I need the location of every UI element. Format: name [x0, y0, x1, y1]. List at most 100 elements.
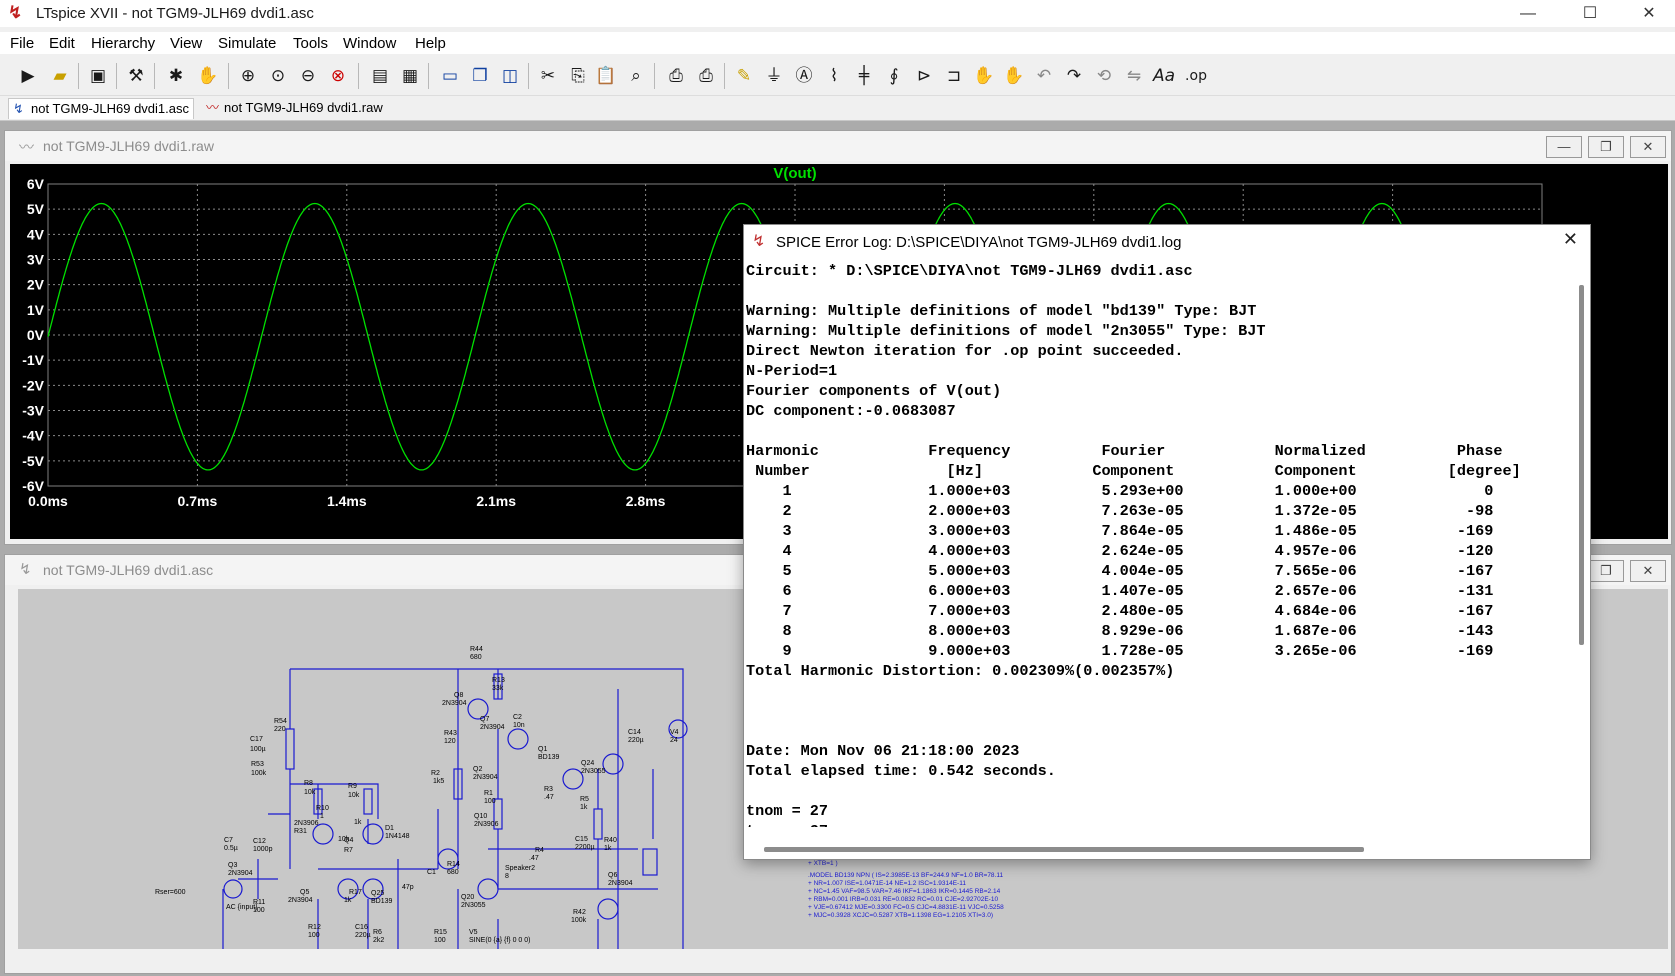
component-icon[interactable]: ⊐	[942, 63, 966, 89]
error-log-line: Total elapsed time: 0.542 seconds.	[746, 762, 1056, 780]
schematic-label: R15	[434, 929, 447, 936]
error-log-line: 2 2.000e+03 7.263e-05 1.372e-05 -98	[746, 502, 1494, 520]
open-folder-icon[interactable]: ▰	[48, 63, 72, 89]
copy-icon[interactable]: ⎘	[566, 63, 590, 89]
pan-hand-icon[interactable]: ✋	[196, 63, 220, 89]
model-directive-line: .MODEL BD139 NPN ( IS=2.3985E-13 BF=244.…	[808, 872, 1003, 879]
plot-restore-button[interactable]: ❐	[1588, 136, 1624, 158]
schematic-label: 2200µ	[575, 844, 595, 851]
tab-schematic[interactable]: ↯ not TGM9-JLH69 dvdi1.asc	[8, 98, 194, 119]
error-log-vertical-scrollbar[interactable]	[1579, 285, 1584, 645]
find-icon[interactable]: ⌕	[624, 63, 648, 89]
print-icon[interactable]: ⎙	[664, 63, 688, 89]
schematic-label: R8	[304, 780, 313, 787]
resistor-icon[interactable]: ⌇	[822, 63, 846, 89]
schematic-wires	[222, 668, 684, 970]
cut-icon[interactable]: ✂	[536, 63, 560, 89]
schematic-label: 2N3904	[480, 724, 505, 731]
label-net-icon[interactable]: Ⓐ	[792, 63, 816, 89]
schematic-label: 2N3904	[473, 774, 498, 781]
text-icon[interactable]: Aa	[1152, 63, 1176, 89]
menu-window[interactable]: Window	[343, 35, 396, 52]
error-log-line: Total Harmonic Distortion: 0.002309%(0.0…	[746, 662, 1175, 680]
inductor-icon[interactable]: ∮	[882, 63, 906, 89]
spice-directive-icon[interactable]: .op	[1184, 63, 1208, 89]
schematic-label: R2	[431, 770, 440, 777]
schematic-label: Q8	[454, 692, 463, 699]
undo-icon[interactable]: ↶	[1032, 63, 1056, 89]
diode-icon[interactable]: ⊳	[912, 63, 936, 89]
model-directive-line: + NR=1.007 ISE=1.0471E-14 NE=1.2 ISC=1.9…	[808, 880, 966, 887]
error-log-line: DC component:-0.0683087	[746, 402, 956, 420]
error-log-line	[746, 721, 1570, 741]
ground-icon[interactable]: ⏚	[762, 63, 786, 89]
menu-hierarchy[interactable]: Hierarchy	[91, 35, 155, 52]
schematic-label: Q20	[461, 894, 474, 901]
paste-icon[interactable]: 📋	[594, 63, 618, 89]
error-log-line: temp = 27	[746, 821, 1570, 827]
model-directive-line: + NC=1.45 VAF=98.5 VAR=7.46 IKF=1.1863 I…	[808, 888, 1001, 895]
menu-view[interactable]: View	[170, 35, 202, 52]
plot-window-titlebar: 〰 not TGM9-JLH69 dvdi1.raw — ❐ ✕	[5, 131, 1671, 161]
error-log-line: Warning: Multiple definitions of model "…	[746, 302, 1257, 320]
error-log-line	[746, 281, 1570, 301]
grid-icon[interactable]: ▦	[398, 63, 422, 89]
menu-edit[interactable]: Edit	[49, 35, 75, 52]
run-man-icon[interactable]: ✱	[164, 63, 188, 89]
schematic-icon: ↯	[13, 101, 24, 116]
zoom-in-icon[interactable]: ⊕	[236, 63, 260, 89]
y-tick-label: 4V	[27, 226, 45, 242]
menu-help[interactable]: Help	[415, 35, 446, 52]
tile-horizontal-icon[interactable]: ▭	[438, 63, 462, 89]
y-tick-label: -4V	[22, 428, 44, 444]
redo-icon[interactable]: ↷	[1062, 63, 1086, 89]
zoom-out-icon[interactable]: ⊖	[296, 63, 320, 89]
menu-file[interactable]: File	[10, 35, 34, 52]
tab-waveform[interactable]: 〰 not TGM9-JLH69 dvdi1.raw	[202, 98, 387, 118]
error-log-line: Circuit: * D:\SPICE\DIYA\not TGM9-JLH69 …	[746, 262, 1193, 280]
schematic-label: 1k	[580, 804, 588, 811]
error-log-horizontal-scrollbar[interactable]	[764, 847, 1364, 852]
menu-simulate[interactable]: Simulate	[218, 35, 276, 52]
error-log-close-button[interactable]: ✕	[1563, 229, 1578, 250]
drag-hand-icon[interactable]: ✋	[1002, 63, 1026, 89]
plot-close-button[interactable]: ✕	[1630, 136, 1666, 158]
schematic-close-button[interactable]: ✕	[1630, 560, 1666, 582]
schematic-label: AC {input}	[226, 904, 258, 911]
print-setup-icon[interactable]: ⎙	[694, 63, 718, 89]
autorange-icon[interactable]: ▤	[368, 63, 392, 89]
capacitor-icon[interactable]: ╪	[852, 63, 876, 89]
maximize-button[interactable]: ☐	[1564, 0, 1616, 27]
move-hand-icon[interactable]: ✋	[972, 63, 996, 89]
tile-vertical-icon[interactable]: ◫	[498, 63, 522, 89]
error-log-line: Harmonic Frequency Fourier Normalized Ph…	[746, 442, 1503, 460]
model-directive-line: + RBM=0.001 IRB=0.031 RE=0.0832 RC=0.01 …	[808, 896, 998, 903]
zoom-cancel-icon[interactable]: ⊗	[326, 63, 350, 89]
zoom-fit-icon[interactable]: ⊙	[266, 63, 290, 89]
menu-tools[interactable]: Tools	[293, 35, 328, 52]
schematic-label: 8	[505, 873, 509, 880]
error-log-line: Date: Mon Nov 06 21:18:00 2023	[746, 742, 1020, 760]
error-log-text[interactable]: Circuit: * D:\SPICE\DIYA\not TGM9-JLH69 …	[746, 261, 1570, 827]
schematic-label: 220µ	[355, 932, 371, 939]
save-icon[interactable]: ▣	[86, 63, 110, 89]
control-panel-icon[interactable]: ⚒	[124, 63, 148, 89]
schematic-label: 10k	[304, 789, 316, 796]
mirror-icon[interactable]: ⇋	[1122, 63, 1146, 89]
schematic-label: 100	[434, 937, 446, 944]
schematic-label: C15	[575, 836, 588, 843]
cascade-icon[interactable]: ❐	[468, 63, 492, 89]
schematic-label: 100	[484, 798, 496, 805]
rotate-icon[interactable]: ⟲	[1092, 63, 1116, 89]
schematic-label: Q10	[474, 813, 487, 820]
schematic-label: 220µ	[628, 737, 644, 744]
schematic-label: R14	[447, 861, 460, 868]
minimize-button[interactable]: —	[1502, 0, 1554, 27]
plot-minimize-button[interactable]: —	[1546, 136, 1582, 158]
schematic-restore-button[interactable]: ❐	[1588, 560, 1624, 582]
run-icon[interactable]: ▶	[16, 63, 40, 89]
close-button[interactable]: ✕	[1623, 0, 1675, 27]
model-directive-line: + MJC=0.3928 XCJC=0.5287 XTB=1.1398 EG=1…	[808, 912, 993, 919]
schematic-label: R12	[308, 924, 321, 931]
wire-pencil-icon[interactable]: ✎	[732, 63, 756, 89]
